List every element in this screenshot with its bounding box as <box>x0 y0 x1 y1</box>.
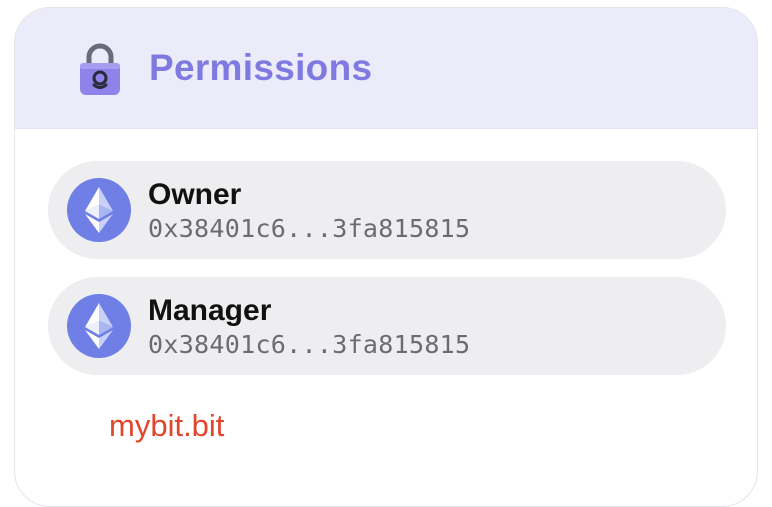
page-title: Permissions <box>149 47 373 88</box>
ethereum-icon <box>67 178 131 242</box>
owner-row[interactable]: Owner 0x38401c6...3fa815815 <box>48 161 726 259</box>
manager-label: Manager <box>148 294 272 327</box>
permissions-card: Permissions Owner 0x38401c6...3fa815815 … <box>14 7 758 507</box>
card-header: Permissions <box>15 8 757 129</box>
owner-label: Owner <box>148 178 242 211</box>
owner-address[interactable]: 0x38401c6...3fa815815 <box>148 214 470 243</box>
domain-link[interactable]: mybit.bit <box>109 408 224 444</box>
padlock-icon <box>80 43 120 95</box>
ethereum-icon <box>67 294 131 358</box>
manager-row[interactable]: Manager 0x38401c6...3fa815815 <box>48 277 726 375</box>
manager-address[interactable]: 0x38401c6...3fa815815 <box>148 330 470 359</box>
